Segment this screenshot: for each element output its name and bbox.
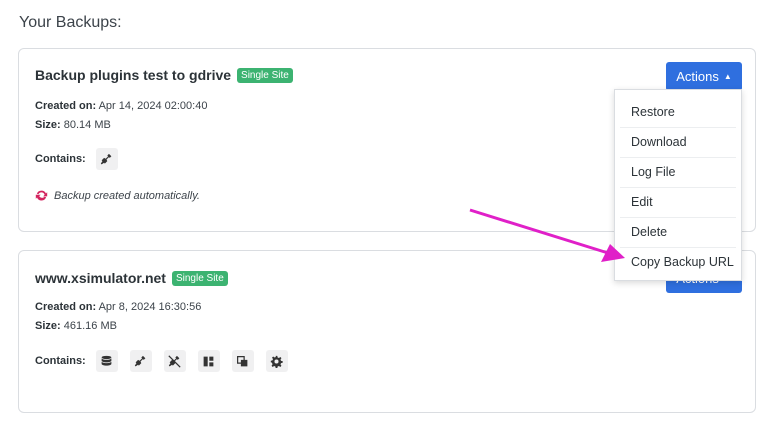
annotation-arrow: [469, 208, 625, 262]
